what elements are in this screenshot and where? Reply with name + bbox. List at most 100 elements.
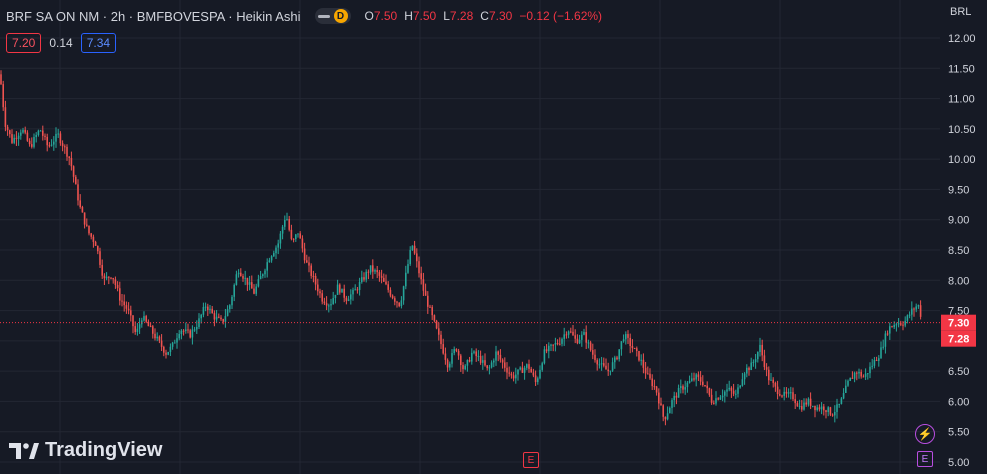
candle-body [743, 373, 746, 380]
candle-body [15, 137, 18, 139]
candle-body [11, 134, 13, 143]
candle-body [321, 293, 323, 302]
candle-body [325, 303, 328, 306]
candle-body [673, 395, 675, 401]
candle-body [299, 233, 301, 239]
candle-body [765, 367, 768, 370]
candle-body [490, 362, 493, 368]
candle-body [611, 362, 614, 371]
candle-body [759, 344, 761, 353]
candle-body [856, 372, 858, 374]
candle-body [253, 288, 255, 294]
chart[interactable]: 12.00 11.50 11.00 10.50 10.00 9.50 9.00 8.50 8.0… [0, 0, 987, 474]
bid-button[interactable]: 7.20 [6, 33, 42, 53]
candle-body [257, 279, 260, 287]
earnings-event-icon[interactable]: E [523, 452, 539, 468]
candle-body [361, 277, 363, 283]
candle-body [53, 141, 55, 145]
candle-body [94, 241, 97, 246]
candle-body [424, 290, 427, 296]
candle-body [396, 301, 398, 303]
candle-body [0, 74, 2, 85]
dividend-badge-icon[interactable]: D [333, 9, 348, 23]
candle-body [156, 336, 158, 339]
candle-body [108, 276, 110, 278]
symbol-title[interactable]: BRF SA ON NM · 2h · BMFBOVESPA · Heikin … [6, 9, 301, 24]
candle-body [768, 369, 770, 381]
candle-body [803, 402, 805, 410]
visibility-pill[interactable]: D [314, 8, 351, 24]
candle-body [908, 314, 911, 316]
lightning-icon[interactable]: ⚡ [915, 424, 935, 444]
tradingview-logo[interactable]: TradingView [9, 439, 162, 462]
candle-body [603, 363, 605, 366]
candle-body [913, 308, 915, 310]
candle-body [37, 130, 40, 136]
candle-body [783, 391, 785, 396]
candle-body [202, 307, 205, 315]
candle-body [405, 272, 407, 287]
candle-body [385, 281, 387, 285]
candle-body [105, 276, 108, 279]
y-tick-label: 8.50 [948, 245, 969, 257]
candle-body [752, 362, 755, 364]
candle-body [779, 394, 781, 396]
candle-body [2, 84, 4, 108]
candle-body [363, 277, 365, 280]
candle-body [367, 271, 370, 273]
earnings-marker-icon[interactable]: E [917, 451, 933, 467]
currency-label[interactable]: BRL [950, 6, 971, 18]
candle-body [409, 250, 411, 265]
candle-body [22, 129, 24, 133]
candle-body [127, 308, 130, 311]
candle-body [838, 403, 840, 405]
candle-body [869, 366, 871, 374]
candle-body [809, 398, 812, 406]
candle-body [757, 352, 759, 360]
candle-body [387, 284, 389, 290]
candle-body [620, 341, 623, 350]
candle-body [638, 351, 640, 361]
candle-body [625, 334, 627, 340]
candle-body [268, 260, 271, 263]
candle-body [504, 362, 506, 368]
candle-body [570, 331, 572, 333]
eye-toggle-icon[interactable] [317, 14, 330, 18]
candle-body [554, 343, 557, 345]
candle-body [332, 297, 334, 305]
candle-body [812, 405, 814, 407]
candle-body [189, 330, 191, 338]
candle-body [735, 393, 737, 395]
candle-body [160, 340, 163, 347]
candle-body [827, 407, 829, 413]
candle-body [457, 350, 460, 356]
candle-body [772, 379, 774, 383]
candle-body [356, 289, 359, 291]
candle-body [565, 334, 568, 336]
candle-body [647, 373, 649, 375]
chart-svg[interactable]: 12.00 11.50 11.00 10.50 10.00 9.50 9.00 8.50 8.0… [0, 0, 987, 474]
candle-body [200, 314, 202, 319]
y-tick-label: 9.50 [948, 184, 969, 196]
candle-body [211, 308, 213, 314]
candle-body [339, 284, 341, 293]
candle-body [493, 360, 495, 363]
candle-body [871, 365, 873, 367]
candle-body [343, 288, 345, 298]
candle-body [840, 398, 843, 404]
candle-body [178, 333, 180, 339]
candle-body [873, 360, 876, 366]
candle-body [224, 316, 227, 322]
candle-body [411, 245, 414, 251]
candle-body [57, 133, 59, 135]
candle-body [649, 373, 651, 379]
candle-body [431, 307, 433, 316]
candle-body [28, 140, 31, 145]
candle-body [9, 130, 11, 135]
spread-value: 0.14 [49, 36, 73, 50]
ask-button[interactable]: 7.34 [80, 33, 117, 53]
candle-body [486, 365, 488, 369]
candle-body [495, 351, 497, 361]
candle-body [794, 399, 796, 404]
candle-body [24, 129, 26, 133]
